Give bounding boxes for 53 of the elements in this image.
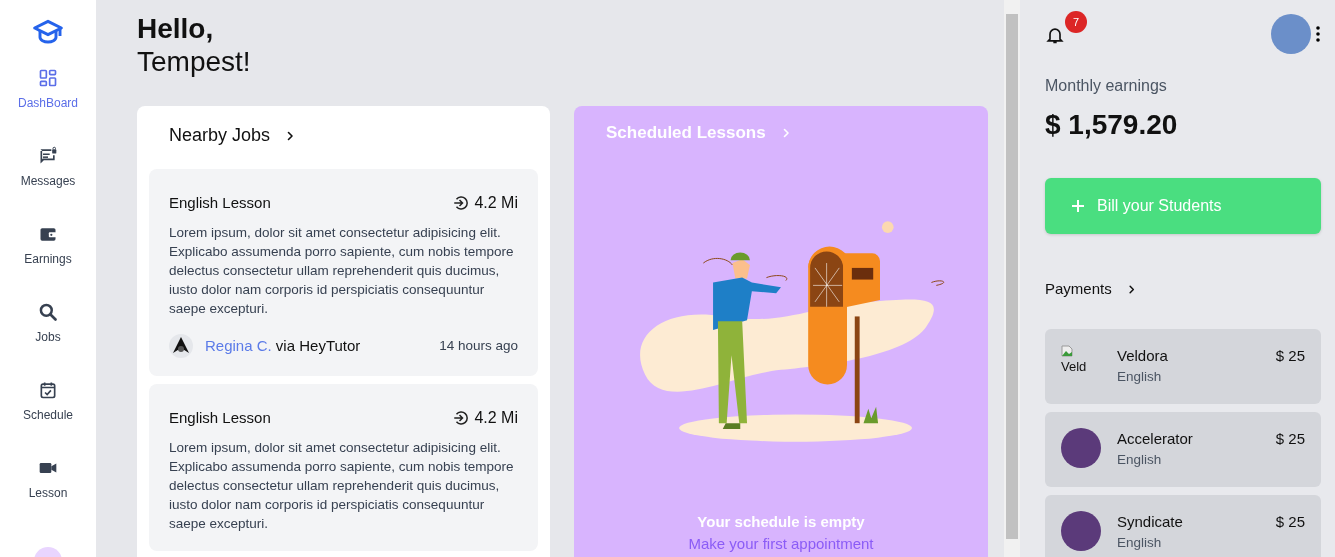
lesson-subject: English [1117, 534, 1163, 552]
job-description: Lorem ipsum, dolor sit amet consectetur adipisicing elit. Explicabo assumenda porro sapiente, cum nobis tempore delectus consectetur ullam reprehenderit quis ducimus, iusto dolor nam corporis id perspiciatis consequuntur saepe excepturi. [169, 439, 515, 534]
student-name: Syndicate [1117, 511, 1184, 532]
tutor-avatar-icon [169, 334, 193, 359]
search-icon [38, 302, 58, 322]
lesson-subject: English [1117, 368, 1163, 386]
scrollbar-thumb[interactable] [1006, 14, 1018, 539]
student-avatar [1061, 427, 1101, 468]
dashboard-icon [38, 68, 58, 88]
sidebar-item[interactable]: DashBoard [17, 68, 78, 112]
tutor-link[interactable]: Regina C. [205, 337, 272, 355]
student-name: Veldora [1117, 345, 1169, 366]
job-distance: 4.2 Mi [474, 193, 518, 214]
job-posted-by: Regina C. via HeyTutor [205, 336, 361, 357]
payment-card[interactable]: Accelerator English $ 25 [1045, 411, 1321, 487]
user-name: Tempest! [137, 44, 252, 79]
message-icon [38, 146, 58, 166]
empty-state-title: Your schedule is empty [697, 511, 865, 532]
profile-avatar[interactable] [1271, 14, 1311, 54]
more-vertical-icon [1315, 26, 1321, 42]
payment-card[interactable]: Veld Veldora English $ 25 [1045, 328, 1321, 404]
job-card[interactable] [149, 169, 538, 377]
sidebar-item[interactable]: Lesson [28, 458, 68, 502]
scrollbar[interactable] [1004, 0, 1020, 557]
sidebar-item[interactable]: Messages [20, 146, 76, 190]
sidebar-item[interactable]: Earnings [24, 224, 72, 268]
login-arrow-icon [452, 409, 471, 428]
plus-icon [1071, 199, 1085, 213]
student-name: Accelerator [1117, 428, 1194, 449]
payment-card[interactable]: Syndicate English $ 25 [1045, 494, 1321, 557]
job-card[interactable] [149, 384, 538, 552]
calendar-icon [38, 380, 58, 400]
sidebar-item[interactable]: Jobs [35, 302, 61, 346]
broken-image-icon [1061, 344, 1073, 357]
student-avatar [1061, 510, 1101, 551]
job-description: Lorem ipsum, dolor sit amet consectetur adipisicing elit. Explicabo assumenda porro sapiente, cum nobis tempore delectus consectetur ullam reprehenderit quis ducimus, iusto dolor nam corporis id perspiciatis consequuntur saepe excepturi. [169, 224, 515, 319]
sidebar-item[interactable]: Schedule [22, 380, 73, 424]
greeting-heading: Hello, [137, 14, 215, 45]
earnings-label: Monthly earnings [1045, 76, 1168, 96]
job-title: English Lesson [169, 408, 271, 429]
job-time: 14 hours ago [439, 337, 518, 356]
section-link[interactable]: Nearby Jobs [169, 122, 297, 150]
section-link[interactable]: Payments [1045, 278, 1137, 301]
payment-amount: $ 25 [1275, 428, 1305, 449]
earnings-amount: $ 1,579.20 [1045, 108, 1179, 142]
notification-badge: 7 [1065, 11, 1087, 34]
job-distance: 4.2 Mi [474, 408, 518, 429]
image-alt-text: Veld [1061, 357, 1088, 376]
lesson-subject: English [1117, 451, 1163, 469]
payment-amount: $ 25 [1275, 511, 1305, 532]
job-title: English Lesson [169, 193, 271, 214]
login-arrow-icon [452, 194, 471, 213]
payment-amount: $ 25 [1275, 345, 1305, 366]
